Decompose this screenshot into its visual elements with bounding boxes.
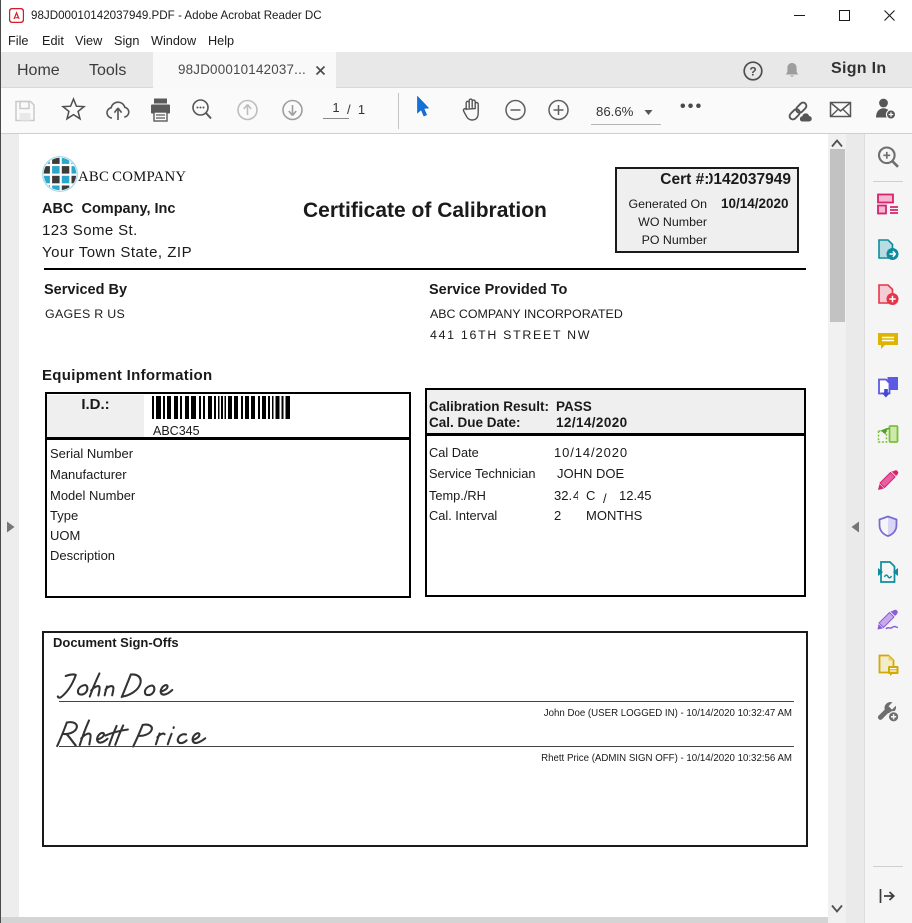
svg-text:?: ? xyxy=(749,64,756,78)
